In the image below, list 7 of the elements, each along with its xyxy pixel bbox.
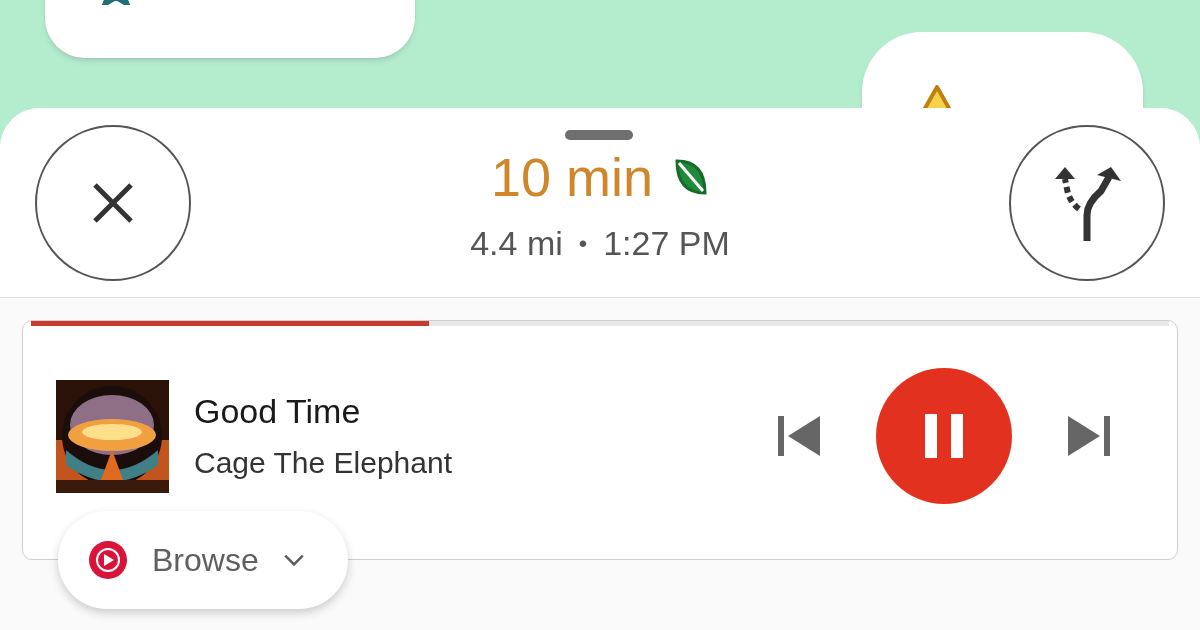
separator-dot: •	[578, 228, 588, 259]
arrival-time: 1:27 PM	[603, 223, 730, 264]
distance-text: 4.4 mi	[470, 223, 563, 264]
eta-text: 10 min	[490, 150, 654, 204]
browse-button[interactable]: Browse	[58, 511, 348, 609]
track-title: Good Time	[194, 394, 362, 428]
artist-name: Cage The Elephant	[194, 448, 453, 478]
